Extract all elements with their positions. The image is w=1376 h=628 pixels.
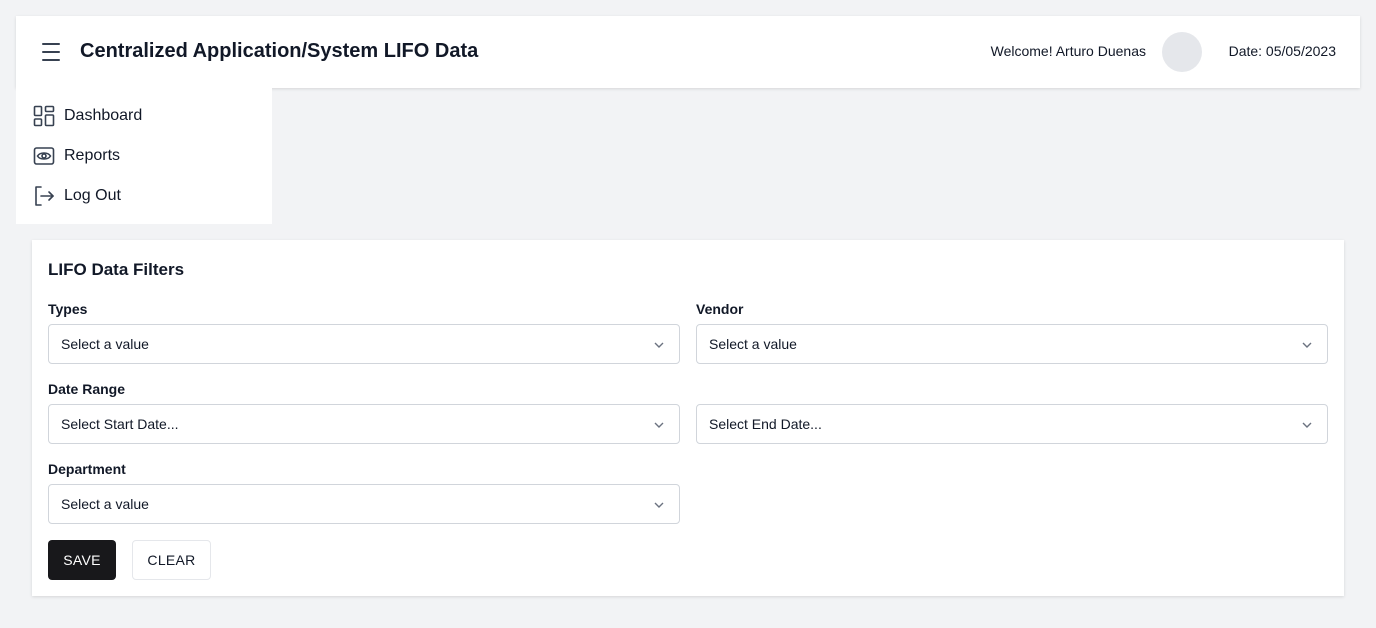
date-text: Date: 05/05/2023 <box>1228 43 1336 59</box>
chevron-down-icon <box>1302 342 1312 348</box>
save-button[interactable]: SAVE <box>48 540 116 580</box>
dashboard-icon <box>32 104 56 128</box>
types-select-value: Select a value <box>61 336 149 352</box>
clear-button[interactable]: CLEAR <box>132 540 211 580</box>
start-date-value: Select Start Date... <box>61 416 179 432</box>
chevron-down-icon <box>654 502 664 508</box>
start-date-select[interactable]: Select Start Date... <box>48 404 680 444</box>
department-select[interactable]: Select a value <box>48 484 680 524</box>
sidebar-item-logout[interactable]: Log Out <box>16 176 272 216</box>
app-title: Centralized Application/System LIFO Data <box>80 40 479 62</box>
department-select-value: Select a value <box>61 496 149 512</box>
logout-icon <box>32 184 56 208</box>
vendor-select[interactable]: Select a value <box>696 324 1328 364</box>
top-bar: Centralized Application/System LIFO Data… <box>16 16 1360 88</box>
types-select[interactable]: Select a value <box>48 324 680 364</box>
sidebar-item-label: Reports <box>64 147 121 164</box>
vendor-label: Vendor <box>696 301 744 317</box>
eye-icon <box>32 144 56 168</box>
chevron-down-icon <box>654 422 664 428</box>
end-date-value: Select End Date... <box>709 416 822 432</box>
department-label: Department <box>48 461 126 477</box>
types-label: Types <box>48 301 88 317</box>
date-range-label: Date Range <box>48 381 126 397</box>
sidebar-item-dashboard[interactable]: Dashboard <box>16 96 272 136</box>
sidebar: Dashboard Reports Log Out <box>16 88 272 224</box>
vendor-select-value: Select a value <box>709 336 797 352</box>
end-date-select[interactable]: Select End Date... <box>696 404 1328 444</box>
filters-card: LIFO Data Filters Types Select a value V… <box>32 240 1344 596</box>
chevron-down-icon <box>1302 422 1312 428</box>
avatar[interactable] <box>1162 32 1202 72</box>
chevron-down-icon <box>654 342 664 348</box>
sidebar-item-reports[interactable]: Reports <box>16 136 272 176</box>
welcome-text: Welcome! Arturo Duenas <box>990 43 1146 59</box>
sidebar-item-label: Log Out <box>64 187 121 204</box>
filters-title: LIFO Data Filters <box>48 260 185 279</box>
hamburger-menu-icon[interactable] <box>42 43 62 61</box>
sidebar-item-label: Dashboard <box>64 107 143 124</box>
